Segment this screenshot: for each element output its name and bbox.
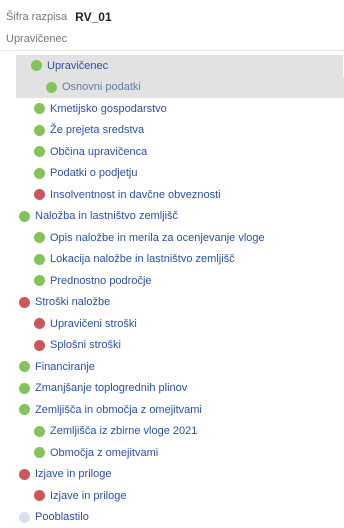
tree-item-label: Opis naložbe in merila za ocenjevanje vl… — [50, 232, 265, 244]
tree-item-opis-naložbe-in-merila-za-ocenjevanje-vloge[interactable]: Opis naložbe in merila za ocenjevanje vl… — [0, 227, 344, 249]
green-status-dot-icon — [19, 404, 30, 415]
tree-item-upravičeni-stroški[interactable]: Upravičeni stroški — [0, 313, 344, 335]
tree-item-kmetijsko-gospodarstvo[interactable]: Kmetijsko gospodarstvo — [0, 98, 344, 120]
tree-item-label: Občina upravičenca — [50, 146, 147, 158]
red-status-dot-icon — [19, 297, 30, 308]
tree-item-label: Kmetijsko gospodarstvo — [50, 103, 167, 115]
tree-item-label: Financiranje — [35, 361, 95, 373]
green-status-dot-icon — [34, 426, 45, 437]
green-status-dot-icon — [46, 82, 57, 93]
header-divider — [0, 50, 344, 51]
tree-item-label: Zmanjšanje toplogrednih plinov — [35, 382, 187, 394]
tree-item-zemljišča-in-območja-z-omejitvami[interactable]: Zemljišča in območja z omejitvami — [0, 399, 344, 421]
green-status-dot-icon — [31, 60, 42, 71]
gray-status-dot-icon — [19, 512, 30, 523]
tree-item-label: Izjave in priloge — [50, 490, 126, 502]
tree-item-pooblastilo[interactable]: Pooblastilo — [0, 507, 344, 528]
green-status-dot-icon — [34, 146, 45, 157]
green-status-dot-icon — [19, 361, 30, 372]
tree-item-label: Pooblastilo — [35, 511, 89, 523]
tender-code-value: RV_01 — [75, 10, 111, 24]
green-status-dot-icon — [34, 254, 45, 265]
red-status-dot-icon — [34, 189, 45, 200]
tree-item-label: Lokacija naložbe in lastništvo zemljišč — [50, 253, 235, 265]
green-status-dot-icon — [34, 168, 45, 179]
tree-item-label: Osnovni podatki — [62, 81, 141, 93]
tree-item-label: Izjave in priloge — [35, 468, 111, 480]
tree-item-upravičenec[interactable]: Upravičenec — [16, 55, 343, 77]
red-status-dot-icon — [34, 490, 45, 501]
green-status-dot-icon — [34, 275, 45, 286]
tree-item-zmanjšanje-toplogrednih-plinov[interactable]: Zmanjšanje toplogrednih plinov — [0, 378, 344, 400]
tree-item-label: Splošni stroški — [50, 339, 121, 351]
tree-item-stroški-naložbe[interactable]: Stroški naložbe — [0, 292, 344, 314]
tree-item-label: Zemljišča in območja z omejitvami — [35, 404, 202, 416]
tender-code-label: Šifra razpisa — [6, 11, 67, 23]
tree-item-label: Stroški naložbe — [35, 296, 110, 308]
green-status-dot-icon — [34, 125, 45, 136]
tree-item-insolventnost-in-davčne-obveznosti[interactable]: Insolventnost in davčne obveznosti — [0, 184, 344, 206]
tree-item-prednostno-področje[interactable]: Prednostno področje — [0, 270, 344, 292]
tree-item-izjave-in-priloge[interactable]: Izjave in priloge — [0, 485, 344, 507]
tree-item-label: Upravičenec — [47, 60, 108, 72]
tree-item-label: Insolventnost in davčne obveznosti — [50, 189, 221, 201]
red-status-dot-icon — [34, 340, 45, 351]
green-status-dot-icon — [34, 447, 45, 458]
tree-item-že-prejeta-sredstva[interactable]: Že prejeta sredstva — [0, 120, 344, 142]
tree-item-label: Zemljišča iz zbirne vloge 2021 — [50, 425, 197, 437]
green-status-dot-icon — [34, 103, 45, 114]
tree-item-label: Že prejeta sredstva — [50, 124, 144, 136]
tree-item-financiranje[interactable]: Financiranje — [0, 356, 344, 378]
tree-item-osnovni-podatki[interactable]: Osnovni podatki — [16, 77, 344, 99]
tree-item-podatki-o-podjetju[interactable]: Podatki o podjetju — [0, 163, 344, 185]
tree-item-label: Podatki o podjetju — [50, 167, 137, 179]
tree-item-izjave-in-priloge[interactable]: Izjave in priloge — [0, 464, 344, 486]
green-status-dot-icon — [19, 383, 30, 394]
tree-item-label: Prednostno področje — [50, 275, 152, 287]
tree-item-naložba-in-lastništvo-zemljišč[interactable]: Naložba in lastništvo zemljišč — [0, 206, 344, 228]
tree-item-zemljišča-iz-zbirne-vloge-2021[interactable]: Zemljišča iz zbirne vloge 2021 — [0, 421, 344, 443]
tree-item-območja-z-omejitvami[interactable]: Območja z omejitvami — [0, 442, 344, 464]
tree-item-lokacija-naložbe-in-lastništvo-zemljišč[interactable]: Lokacija naložbe in lastništvo zemljišč — [0, 249, 344, 271]
tree-item-label: Naložba in lastništvo zemljišč — [35, 210, 178, 222]
tree-item-label: Območja z omejitvami — [50, 447, 158, 459]
red-status-dot-icon — [34, 318, 45, 329]
tender-code-header: Šifra razpisa RV_01 — [6, 9, 112, 25]
navigation-tree: Upravičenec Osnovni podatki Kmetijsko gosp… — [0, 55, 344, 528]
tree-item-splošni-stroški[interactable]: Splošni stroški — [0, 335, 344, 357]
red-status-dot-icon — [19, 469, 30, 480]
tree-item-label: Upravičeni stroški — [50, 318, 137, 330]
green-status-dot-icon — [19, 211, 30, 222]
tree-item-občina-upravičenca[interactable]: Občina upravičenca — [0, 141, 344, 163]
section-subtitle: Upravičenec — [6, 30, 67, 48]
green-status-dot-icon — [34, 232, 45, 243]
